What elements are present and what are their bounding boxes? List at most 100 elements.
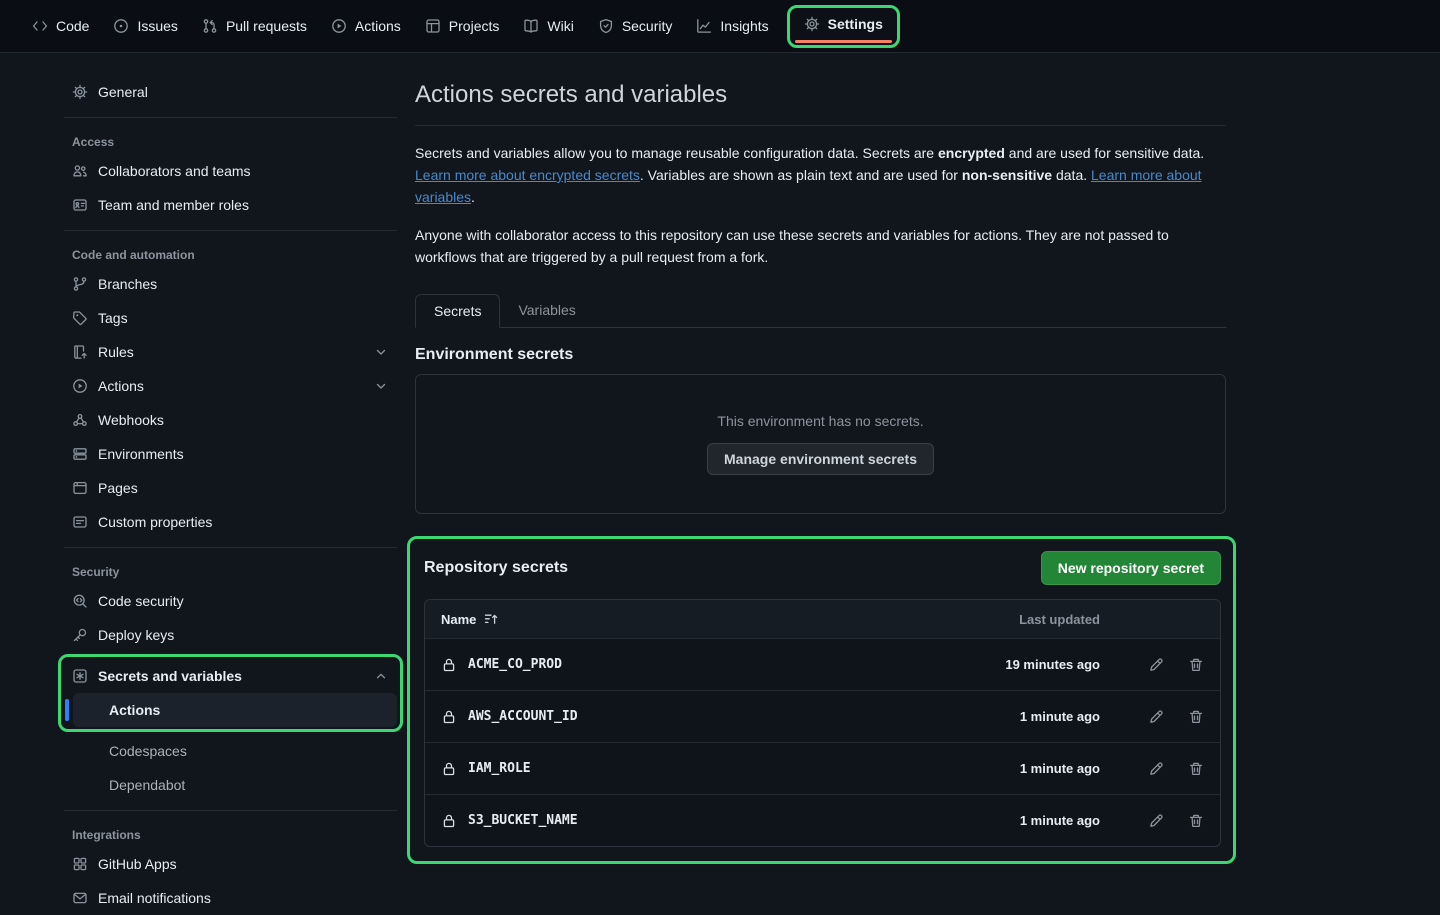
tab-insights[interactable]: Insights — [686, 10, 778, 42]
secret-name-cell: S3_BUCKET_NAME — [441, 813, 950, 829]
sidebar-subitem-dependabot[interactable]: Dependabot — [73, 768, 397, 802]
sidebar-item-secrets-and-variables[interactable]: Secrets and variables — [64, 659, 397, 693]
sidebar-item-environments[interactable]: Environments — [64, 437, 397, 471]
gear-icon — [804, 16, 820, 32]
note-icon — [72, 514, 88, 530]
sidebar-item-label: Email notifications — [98, 890, 211, 906]
sidebar-item-pages[interactable]: Pages — [64, 471, 397, 505]
sidebar-section-integrations: Integrations — [64, 819, 397, 847]
tab-issues[interactable]: Issues — [103, 10, 187, 42]
secret-name-cell: ACME_CO_PROD — [441, 657, 950, 673]
settings-annotation-box: Settings — [787, 5, 900, 48]
tab-pull-requests[interactable]: Pull requests — [192, 10, 317, 42]
tab-wiki[interactable]: Wiki — [513, 10, 583, 42]
repo-tab-bar: Code Issues Pull requests Actions Projec… — [0, 0, 1440, 53]
chevron-down-icon[interactable] — [373, 378, 389, 394]
environment-secrets-box: This environment has no secrets. Manage … — [415, 374, 1226, 514]
sidebar-subitem-label: Actions — [109, 702, 160, 718]
graph-icon — [696, 18, 712, 34]
asterisk-box-icon — [72, 668, 88, 684]
lock-icon — [441, 813, 457, 829]
tab-security[interactable]: Security — [588, 10, 683, 42]
tab-projects[interactable]: Projects — [415, 10, 510, 42]
tab-pull-requests-label: Pull requests — [226, 18, 307, 34]
chevron-up-icon[interactable] — [373, 668, 389, 684]
repository-secrets-table: Name Last updated ACME_CO_PROD 19 minute… — [424, 599, 1221, 847]
delete-trash-icon[interactable] — [1188, 761, 1204, 777]
sidebar-item-team-roles[interactable]: Team and member roles — [64, 188, 397, 222]
secret-name: S3_BUCKET_NAME — [468, 813, 578, 828]
browser-icon — [72, 480, 88, 496]
sidebar-item-label: Pages — [98, 480, 138, 496]
intro-text-segment: . — [471, 189, 475, 205]
new-repository-secret-button[interactable]: New repository secret — [1041, 551, 1221, 585]
secret-name-cell: AWS_ACCOUNT_ID — [441, 709, 950, 725]
sidebar-item-label: Team and member roles — [98, 197, 249, 213]
tab-wiki-label: Wiki — [547, 18, 573, 34]
gear-icon — [72, 84, 88, 100]
secrets-annotation-box: Secrets and variables Actions — [58, 654, 403, 732]
sidebar-item-general[interactable]: General — [64, 75, 397, 109]
book-icon — [523, 18, 539, 34]
tab-actions[interactable]: Actions — [321, 10, 411, 42]
edit-pencil-icon[interactable] — [1148, 813, 1164, 829]
delete-trash-icon[interactable] — [1188, 813, 1204, 829]
people-icon — [72, 163, 88, 179]
tab-code[interactable]: Code — [22, 10, 99, 42]
table-icon — [425, 18, 441, 34]
row-actions — [1100, 813, 1204, 829]
table-row: IAM_ROLE 1 minute ago — [425, 742, 1220, 794]
tab-settings-label: Settings — [828, 16, 883, 32]
link-encrypted-secrets[interactable]: Learn more about encrypted secrets — [415, 167, 640, 183]
tab-code-label: Code — [56, 18, 89, 34]
sidebar-item-custom-properties[interactable]: Custom properties — [64, 505, 397, 539]
webhook-icon — [72, 412, 88, 428]
tab-issues-label: Issues — [137, 18, 177, 34]
table-header-row: Name Last updated — [425, 600, 1220, 638]
sidebar-subitem-codespaces[interactable]: Codespaces — [73, 734, 397, 768]
edit-pencil-icon[interactable] — [1148, 761, 1164, 777]
manage-environment-secrets-button[interactable]: Manage environment secrets — [707, 443, 934, 475]
sidebar-section-access: Access — [64, 126, 397, 154]
sidebar-subitem-label: Dependabot — [109, 777, 185, 793]
tag-icon — [72, 310, 88, 326]
tab-insights-label: Insights — [720, 18, 768, 34]
sidebar-subitem-actions[interactable]: Actions — [73, 693, 397, 727]
edit-pencil-icon[interactable] — [1148, 709, 1164, 725]
code-icon — [32, 18, 48, 34]
settings-sidebar: General Access Collaborators and teams T… — [64, 53, 397, 915]
sidebar-item-deploy-keys[interactable]: Deploy keys — [64, 618, 397, 652]
delete-trash-icon[interactable] — [1188, 709, 1204, 725]
sidebar-item-github-apps[interactable]: GitHub Apps — [64, 847, 397, 881]
sidebar-divider — [64, 547, 397, 548]
repository-secrets-heading: Repository secrets — [424, 559, 568, 577]
sidebar-item-actions[interactable]: Actions — [64, 369, 397, 403]
tab-variables[interactable]: Variables — [500, 294, 593, 327]
chevron-down-icon[interactable] — [373, 344, 389, 360]
edit-pencil-icon[interactable] — [1148, 657, 1164, 673]
column-header-last-updated: Last updated — [950, 612, 1100, 627]
sidebar-subitem-label: Codespaces — [109, 743, 187, 759]
sidebar-item-collaborators[interactable]: Collaborators and teams — [64, 154, 397, 188]
tab-settings[interactable]: Settings — [798, 11, 889, 37]
sidebar-item-email-notifications[interactable]: Email notifications — [64, 881, 397, 915]
sidebar-item-label: Actions — [98, 378, 144, 394]
tab-secrets[interactable]: Secrets — [415, 294, 500, 328]
sidebar-item-rules[interactable]: Rules — [64, 335, 397, 369]
secret-name: AWS_ACCOUNT_ID — [468, 709, 578, 724]
sidebar-item-tags[interactable]: Tags — [64, 301, 397, 335]
intro-text-segment: Secrets and variables allow you to manag… — [415, 145, 938, 161]
sidebar-item-label: Branches — [98, 276, 157, 292]
tab-security-label: Security — [622, 18, 673, 34]
secrets-variables-tabnav: Secrets Variables — [415, 294, 1226, 328]
secret-name: IAM_ROLE — [468, 761, 531, 776]
intro-paragraph-2: Anyone with collaborator access to this … — [415, 224, 1226, 268]
delete-trash-icon[interactable] — [1188, 657, 1204, 673]
sort-ascending-icon[interactable] — [483, 611, 499, 627]
sidebar-item-label: Environments — [98, 446, 184, 462]
secret-updated: 1 minute ago — [950, 813, 1100, 828]
sidebar-item-branches[interactable]: Branches — [64, 267, 397, 301]
sidebar-item-webhooks[interactable]: Webhooks — [64, 403, 397, 437]
sidebar-item-code-security[interactable]: Code security — [64, 584, 397, 618]
server-icon — [72, 446, 88, 462]
